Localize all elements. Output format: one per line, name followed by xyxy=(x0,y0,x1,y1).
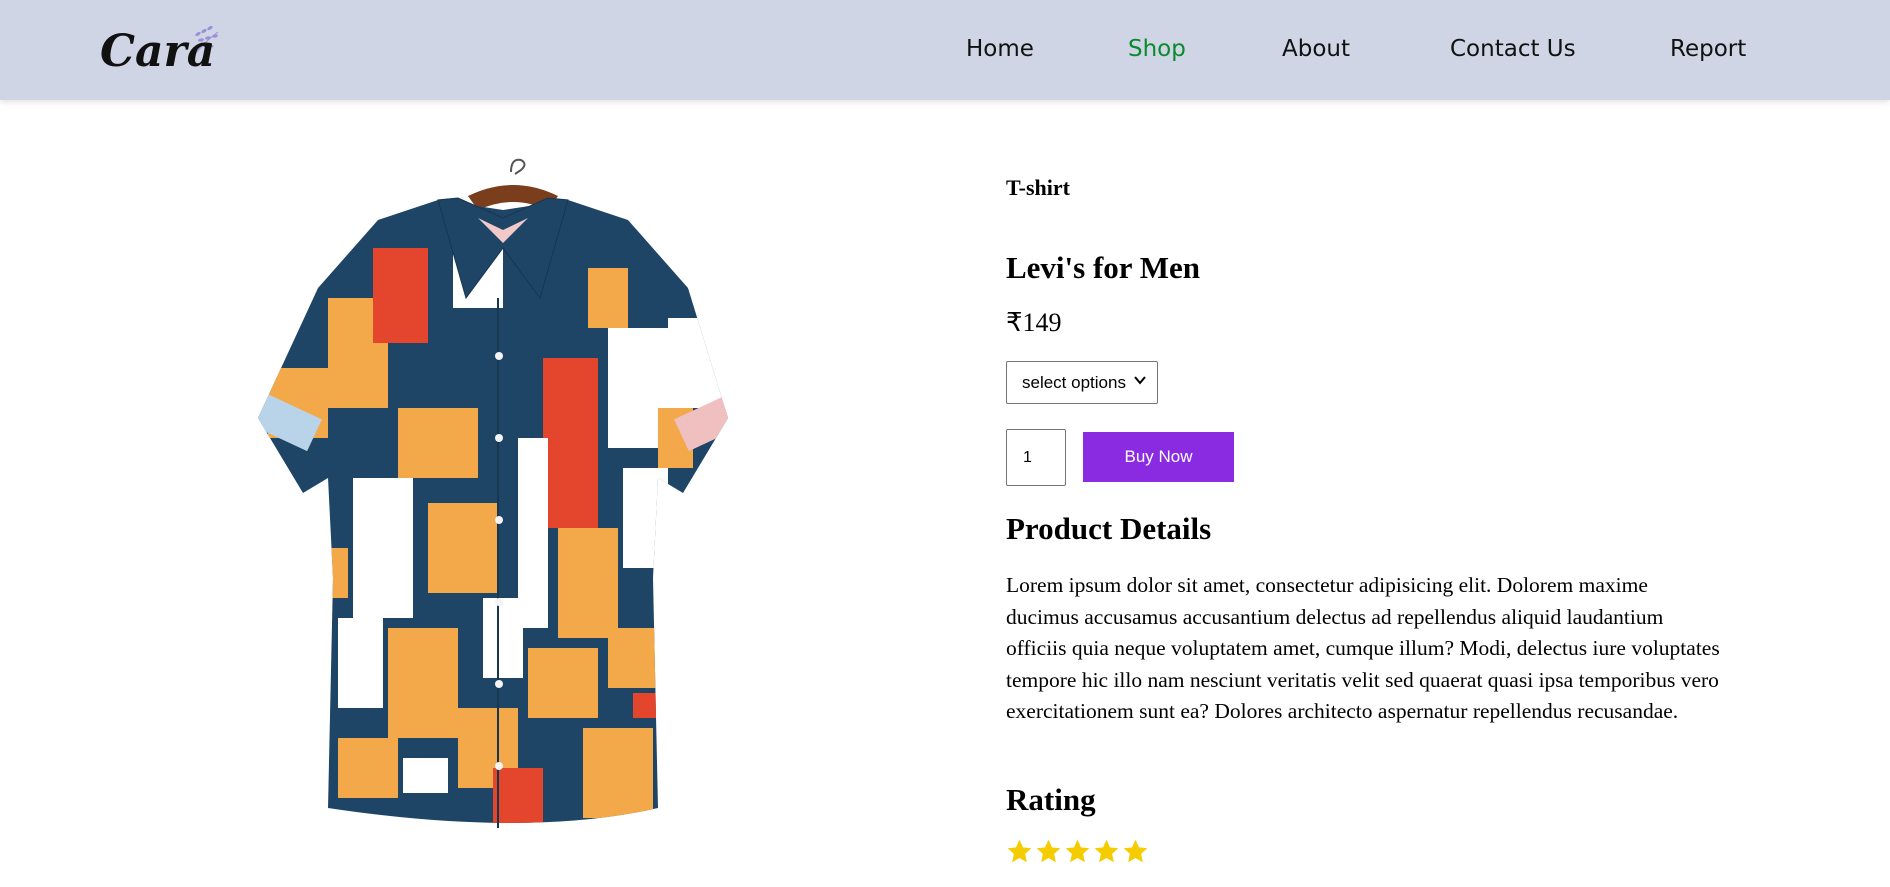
rating-heading: Rating xyxy=(1006,782,1096,817)
star-icon xyxy=(1036,839,1061,863)
product-category: T-shirt xyxy=(1006,175,1070,200)
quantity-input[interactable]: 1 xyxy=(1006,429,1066,486)
buy-now-button[interactable]: Buy Now xyxy=(1083,432,1234,482)
star-icon xyxy=(1007,839,1032,863)
product-title: Levi's for Men xyxy=(1006,250,1201,285)
product-details-heading: Product Details xyxy=(1006,511,1212,546)
nav-report[interactable]: Report xyxy=(1670,36,1746,62)
nav-contact-us[interactable]: Contact Us xyxy=(1450,36,1576,62)
product-image xyxy=(228,148,783,848)
nav-about[interactable]: About xyxy=(1282,36,1350,62)
nav-shop[interactable]: Shop xyxy=(1128,36,1186,62)
product-description: Lorem ipsum dolor sit amet, consectetur … xyxy=(1006,573,1720,723)
star-icon xyxy=(1123,839,1148,863)
options-select[interactable]: select options xyxy=(1006,361,1158,404)
site-header: Cara Home Shop About Contact Us Report xyxy=(0,0,1890,100)
cara-logo[interactable]: Cara xyxy=(100,18,230,78)
product-price: ₹149 xyxy=(1006,308,1062,337)
svg-text:Cara: Cara xyxy=(100,26,215,77)
nav-home[interactable]: Home xyxy=(966,36,1034,62)
rating-stars xyxy=(1006,838,1149,865)
star-icon xyxy=(1094,839,1119,863)
star-icon xyxy=(1065,839,1090,863)
chevron-down-icon xyxy=(1134,376,1146,385)
options-select-value: select options xyxy=(1022,372,1126,392)
